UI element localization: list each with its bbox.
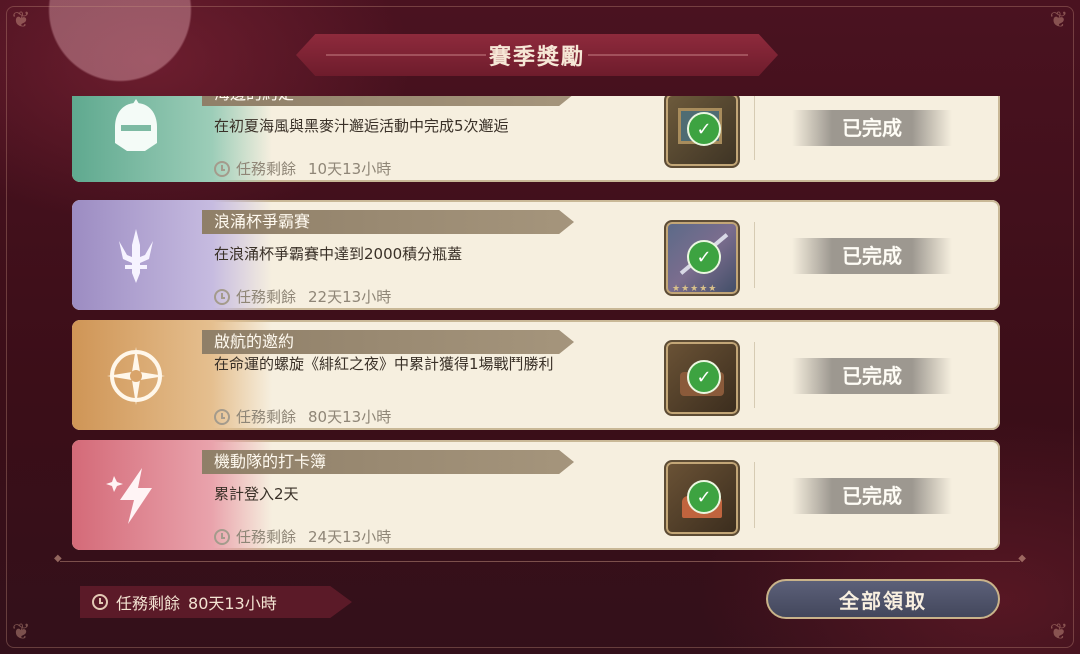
claim-all-button[interactable]: 全部領取: [766, 579, 1000, 619]
mission-description: 累計登入2天: [214, 485, 299, 503]
remain-value: 10天13小時: [308, 160, 392, 178]
divider: [754, 342, 755, 408]
season-remain-label: 任務剩餘: [116, 594, 181, 613]
corner-ornament: ❦: [1049, 620, 1068, 645]
trident-icon: [100, 220, 172, 292]
mission-card[interactable]: 機動隊的打卡簿 累計登入2天 任務剩餘 24天13小時 ✓ 已完成: [72, 440, 1000, 550]
corner-ornament: ❦: [1049, 8, 1068, 33]
mission-description: 在初夏海風與黑麥汁邂逅活動中完成5次邂逅: [214, 117, 509, 135]
rarity-stars: ★★★★★: [672, 284, 718, 294]
clock-icon: [214, 160, 230, 177]
mission-card[interactable]: 海邊的約定 在初夏海風與黑麥汁邂逅活動中完成5次邂逅 任務剩餘 10天13小時 …: [72, 96, 1000, 182]
remain-value: 22天13小時: [308, 288, 392, 306]
status-badge: 已完成: [792, 110, 952, 146]
mission-remaining: 任務剩餘 10天13小時: [214, 158, 391, 179]
clock-icon: [92, 594, 108, 610]
lightning-icon: [100, 460, 172, 532]
season-remaining: 任務剩餘 80天13小時: [80, 586, 352, 618]
mission-remaining: 任務剩餘 22天13小時: [214, 286, 391, 307]
clock-icon: [214, 528, 230, 545]
mission-description: 在命運的螺旋《緋紅之夜》中累計獲得1場戰鬥勝利: [214, 355, 554, 373]
remain-value: 24天13小時: [308, 528, 392, 546]
check-icon: ✓: [687, 480, 721, 514]
mission-list[interactable]: 海邊的約定 在初夏海風與黑麥汁邂逅活動中完成5次邂逅 任務剩餘 10天13小時 …: [72, 96, 1002, 552]
status-badge: 已完成: [792, 478, 952, 514]
title-banner: 賽季獎勵: [296, 34, 778, 76]
season-remain-value: 80天13小時: [188, 594, 277, 613]
remain-label: 任務剩餘: [236, 408, 297, 426]
mission-remaining: 任務剩餘 24天13小時: [214, 526, 391, 547]
page-title: 賽季獎勵: [488, 45, 585, 70]
reward-item[interactable]: ✓: [664, 96, 740, 168]
mission-title: 海邊的約定: [202, 96, 574, 106]
remain-label: 任務剩餘: [236, 528, 297, 546]
reward-item[interactable]: ✓: [664, 340, 740, 416]
mission-card[interactable]: 啟航的邀約 在命運的螺旋《緋紅之夜》中累計獲得1場戰鬥勝利 任務剩餘 80天13…: [72, 320, 1000, 430]
mission-title: 機動隊的打卡簿: [202, 450, 574, 474]
knight-helmet-icon: [100, 96, 172, 164]
remain-label: 任務剩餘: [236, 160, 297, 178]
divider: [754, 222, 755, 288]
compass-icon: [100, 340, 172, 412]
check-icon: ✓: [687, 112, 721, 146]
reward-item[interactable]: ✓: [664, 460, 740, 536]
mission-description: 在浪涌杯爭霸賽中達到2000積分瓶蓋: [214, 245, 463, 263]
remain-value: 80天13小時: [308, 408, 392, 426]
remain-label: 任務剩餘: [236, 288, 297, 306]
mission-title: 浪涌杯爭霸賽: [202, 210, 574, 234]
corner-ornament: ❦: [12, 8, 31, 33]
clock-icon: [214, 408, 230, 425]
corner-ornament: ❦: [12, 620, 31, 645]
status-badge: 已完成: [792, 358, 952, 394]
mission-remaining: 任務剩餘 80天13小時: [214, 406, 391, 427]
mission-title: 啟航的邀約: [202, 330, 574, 354]
footer-divider: [54, 553, 1026, 564]
check-icon: ✓: [687, 360, 721, 394]
clock-icon: [214, 288, 230, 305]
reward-item[interactable]: ★★★★★ ✓: [664, 220, 740, 296]
divider: [754, 96, 755, 160]
status-badge: 已完成: [792, 238, 952, 274]
check-icon: ✓: [687, 240, 721, 274]
mission-card[interactable]: 浪涌杯爭霸賽 在浪涌杯爭霸賽中達到2000積分瓶蓋 任務剩餘 22天13小時 ★…: [72, 200, 1000, 310]
divider: [754, 462, 755, 528]
